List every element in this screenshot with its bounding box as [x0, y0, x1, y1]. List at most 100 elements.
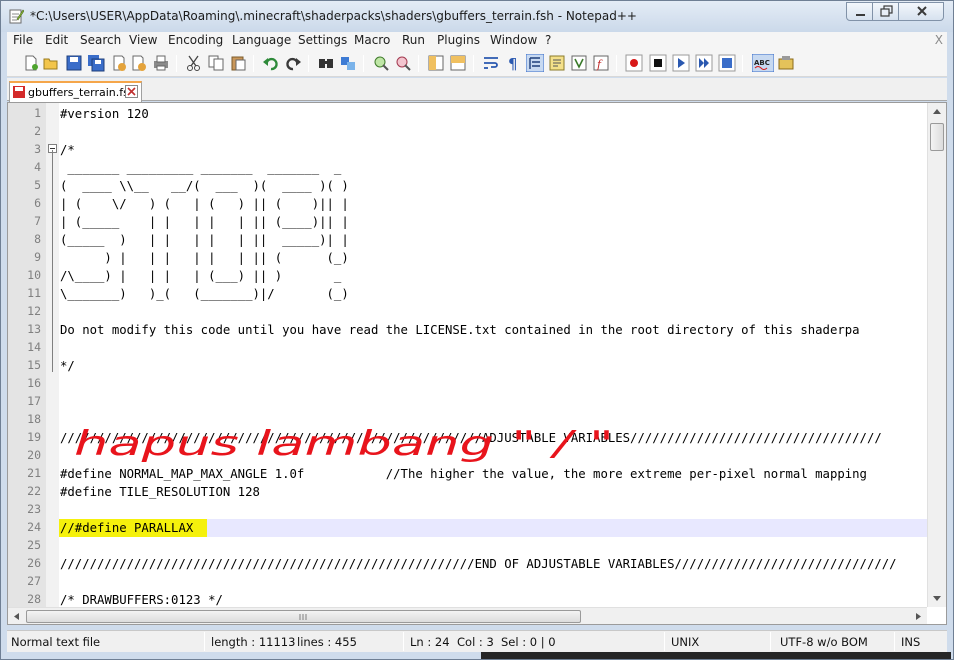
- code-line[interactable]: /* DRAWBUFFERS:0123 */: [60, 591, 223, 607]
- menu-language[interactable]: Language: [232, 33, 291, 47]
- code-line[interactable]: Do not modify this code until you have r…: [60, 321, 860, 339]
- function-list-icon[interactable]: f: [592, 54, 610, 72]
- menu-settings[interactable]: Settings: [298, 33, 347, 47]
- horizontal-scrollbar[interactable]: [8, 607, 927, 625]
- code-line[interactable]: ////////////////////////////////////////…: [60, 555, 897, 573]
- code-line[interactable]: ////////////////////////////////////////…: [60, 429, 882, 447]
- line-number: 1: [34, 106, 41, 120]
- status-col: Col : 3: [457, 635, 494, 649]
- show-all-chars-icon[interactable]: ¶: [504, 54, 522, 72]
- close-document-x[interactable]: X: [935, 33, 943, 47]
- close-all-icon[interactable]: [130, 54, 148, 72]
- toolbar-separator: [742, 55, 743, 72]
- spellcheck-icon[interactable]: ABC: [752, 54, 774, 72]
- print-icon[interactable]: [152, 54, 170, 72]
- copy-icon[interactable]: [207, 54, 225, 72]
- save-icon[interactable]: [65, 54, 83, 72]
- menu-help[interactable]: ?: [545, 33, 551, 47]
- vertical-scrollbar[interactable]: [927, 103, 946, 607]
- line-number: 6: [34, 196, 41, 210]
- replace-icon[interactable]: [339, 54, 357, 72]
- zoom-out-icon[interactable]: [394, 54, 412, 72]
- line-number: 28: [27, 592, 41, 606]
- code-line[interactable]: _______ _________ _______ _______ _: [60, 159, 341, 177]
- status-length: length : 11113: [211, 635, 296, 649]
- open-file-icon[interactable]: [42, 54, 60, 72]
- sync-vertical-icon[interactable]: [427, 54, 445, 72]
- title-bar[interactable]: *C:\Users\USER\AppData\Roaming\.minecraf…: [1, 1, 953, 32]
- line-number: 4: [34, 160, 41, 174]
- tab-bar: gbuffers_terrain.fsh: [7, 78, 947, 102]
- word-wrap-icon[interactable]: [482, 54, 500, 72]
- menu-encoding[interactable]: Encoding: [168, 33, 223, 47]
- close-window-button[interactable]: [898, 2, 944, 21]
- toolbar: ¶ f ABC: [7, 50, 947, 77]
- run-macro-multiple-icon[interactable]: [695, 54, 713, 72]
- menu-run[interactable]: Run: [402, 33, 425, 47]
- fold-margin[interactable]: [46, 103, 59, 607]
- line-number: 9: [34, 250, 41, 264]
- code-line[interactable]: */: [60, 357, 75, 375]
- scroll-right-arrow-icon[interactable]: [910, 608, 927, 625]
- paste-icon[interactable]: [229, 54, 247, 72]
- menu-plugins[interactable]: Plugins: [437, 33, 480, 47]
- svg-text:¶: ¶: [508, 55, 518, 72]
- minimize-button[interactable]: [846, 2, 873, 21]
- find-icon[interactable]: [317, 54, 335, 72]
- taskbar-edge: [481, 652, 951, 659]
- redo-icon[interactable]: [284, 54, 302, 72]
- code-line[interactable]: \_______) )_( (_______)|/ (_): [60, 285, 349, 303]
- document-map-icon[interactable]: [570, 54, 588, 72]
- code-line[interactable]: | ( \/ ) ( | ( ) || ( )|| |: [60, 195, 349, 213]
- horizontal-scroll-thumb[interactable]: [26, 610, 581, 623]
- scroll-up-arrow-icon[interactable]: [928, 103, 946, 120]
- zoom-in-icon[interactable]: [372, 54, 390, 72]
- menu-window[interactable]: Window: [490, 33, 537, 47]
- menu-view[interactable]: View: [129, 33, 157, 47]
- close-tab-icon[interactable]: [125, 85, 138, 98]
- scroll-down-arrow-icon[interactable]: [928, 590, 946, 607]
- indent-guide-icon[interactable]: [526, 54, 544, 72]
- close-icon: [917, 6, 927, 16]
- line-number: 19: [27, 430, 41, 444]
- restore-button[interactable]: [872, 2, 899, 21]
- status-bar: Normal text file length : 11113 lines : …: [7, 630, 947, 652]
- save-macro-icon[interactable]: [718, 54, 736, 72]
- menu-edit[interactable]: Edit: [45, 33, 68, 47]
- code-line[interactable]: ( ____ \\__ __/( ___ )( ____ )( ): [60, 177, 349, 195]
- line-number: 3: [34, 142, 41, 156]
- scroll-left-arrow-icon[interactable]: [8, 608, 25, 625]
- code-area[interactable]: #version 120 /* _______ _________ _______…: [59, 103, 927, 607]
- code-line[interactable]: | (_____ | | | | | || (____)|| |: [60, 213, 349, 231]
- editor-pane[interactable]: 1 2 3 4 5 6 7 8 9 10 11 12 13 14 15 16 17 18 19 20 21 22 23 24 2…: [7, 102, 947, 625]
- code-line[interactable]: ) | | | | | | || ( (_): [60, 249, 348, 267]
- sync-horizontal-icon[interactable]: [449, 54, 467, 72]
- play-macro-icon[interactable]: [672, 54, 690, 72]
- line-number: 16: [27, 376, 41, 390]
- save-all-icon[interactable]: [87, 54, 105, 72]
- line-number: 22: [27, 484, 41, 498]
- line-number: 23: [27, 502, 41, 516]
- close-icon[interactable]: [110, 54, 128, 72]
- undo-icon[interactable]: [262, 54, 280, 72]
- code-line[interactable]: /*: [60, 141, 75, 159]
- code-line[interactable]: #define TILE_RESOLUTION 128: [60, 483, 260, 501]
- plugin-icon[interactable]: [777, 54, 795, 72]
- vertical-scroll-thumb[interactable]: [930, 123, 944, 151]
- code-line[interactable]: //#define PARALLAX: [60, 519, 193, 537]
- code-line[interactable]: #version 120: [60, 105, 149, 123]
- status-ln: Ln : 24: [410, 635, 450, 649]
- code-line[interactable]: /\____) | | | | (___) || ) _: [60, 267, 341, 285]
- menu-file[interactable]: File: [13, 33, 33, 47]
- tab-gbuffers-terrain[interactable]: gbuffers_terrain.fsh: [9, 81, 142, 102]
- record-macro-icon[interactable]: [625, 54, 643, 72]
- cut-icon[interactable]: [185, 54, 203, 72]
- stop-macro-icon[interactable]: [649, 54, 667, 72]
- new-file-icon[interactable]: [22, 54, 40, 72]
- user-language-icon[interactable]: [548, 54, 566, 72]
- code-line[interactable]: (_____ ) | | | | | || _____)| |: [60, 231, 349, 249]
- menu-macro[interactable]: Macro: [354, 33, 390, 47]
- code-line[interactable]: #define NORMAL_MAP_MAX_ANGLE 1.0f //The …: [60, 465, 867, 483]
- status-encoding: UTF-8 w/o BOM: [780, 635, 868, 649]
- menu-search[interactable]: Search: [80, 33, 121, 47]
